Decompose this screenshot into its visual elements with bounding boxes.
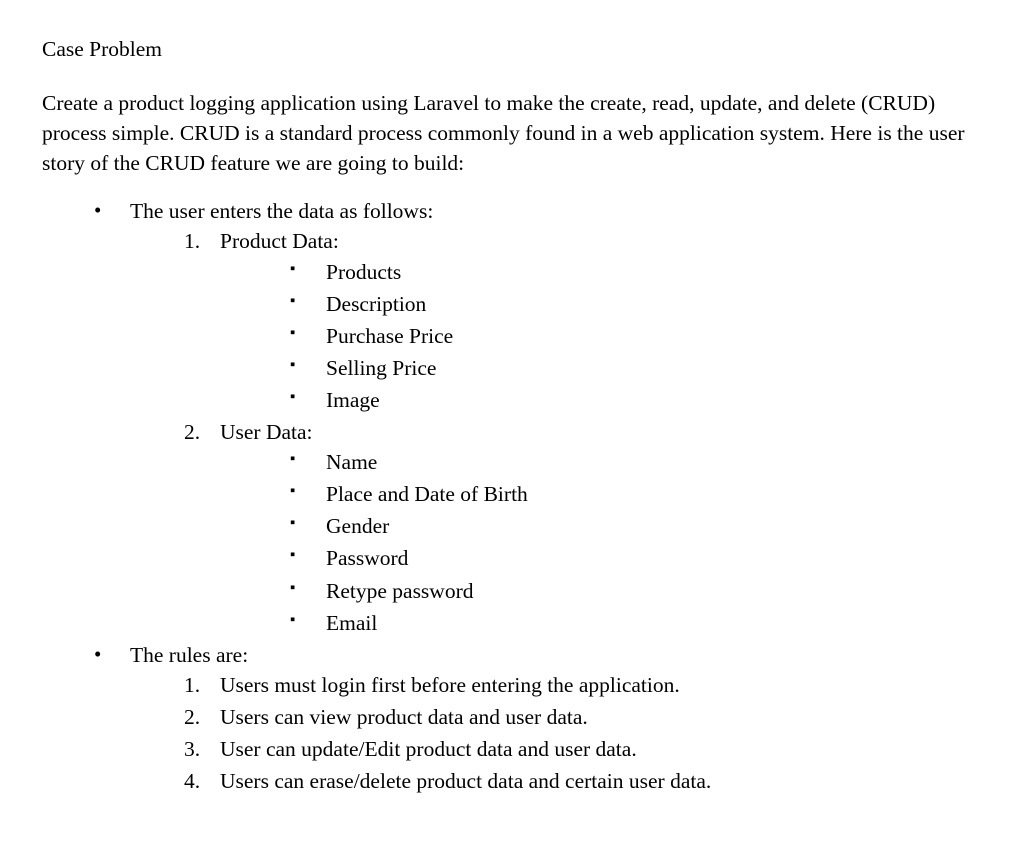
main-list: The user enters the data as follows: Pro…	[42, 196, 982, 796]
numbered-list-rules: Users must login first before entering t…	[130, 670, 982, 796]
list-item: Name	[290, 447, 982, 477]
list-item-data-entry: The user enters the data as follows: Pro…	[94, 196, 982, 637]
list-item: Place and Date of Birth	[290, 479, 982, 509]
section-heading: The user enters the data as follows:	[130, 199, 433, 223]
list-item-user-data: User Data: Name Place and Date of Birth …	[184, 417, 982, 638]
list-item: Password	[290, 543, 982, 573]
list-item: Users can erase/delete product data and …	[184, 766, 982, 796]
list-item: Selling Price	[290, 353, 982, 383]
numbered-list-data: Product Data: Products Description Purch…	[130, 226, 982, 637]
list-item: Users can view product data and user dat…	[184, 702, 982, 732]
user-data-label: User Data:	[220, 420, 313, 444]
document-title: Case Problem	[42, 34, 982, 64]
list-item: Email	[290, 608, 982, 638]
product-fields-list: Products Description Purchase Price Sell…	[220, 257, 982, 415]
list-item: Image	[290, 385, 982, 415]
list-item-product-data: Product Data: Products Description Purch…	[184, 226, 982, 415]
list-item: Retype password	[290, 576, 982, 606]
list-item: Users must login first before entering t…	[184, 670, 982, 700]
user-fields-list: Name Place and Date of Birth Gender Pass…	[220, 447, 982, 638]
list-item: Description	[290, 289, 982, 319]
list-item: Products	[290, 257, 982, 287]
list-item-rules: The rules are: Users must login first be…	[94, 640, 982, 796]
list-item: Gender	[290, 511, 982, 541]
intro-paragraph: Create a product logging application usi…	[42, 88, 982, 178]
product-data-label: Product Data:	[220, 229, 339, 253]
list-item: User can update/Edit product data and us…	[184, 734, 982, 764]
list-item: Purchase Price	[290, 321, 982, 351]
section-heading: The rules are:	[130, 643, 248, 667]
